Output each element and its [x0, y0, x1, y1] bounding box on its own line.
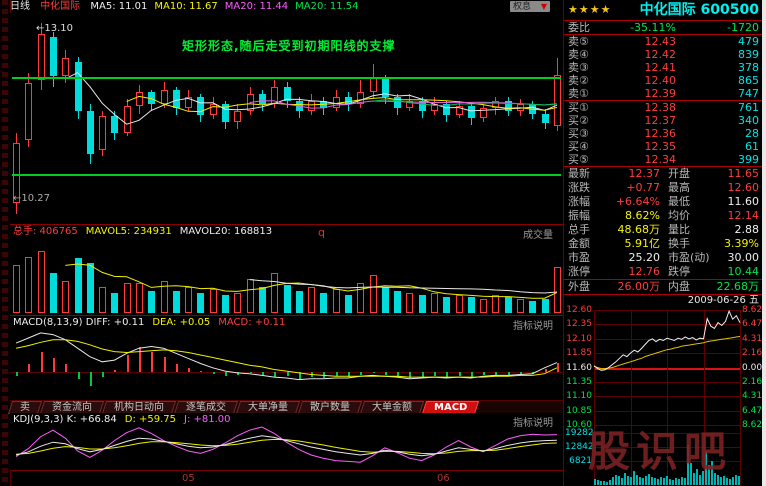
- weibi-diff: -1720: [676, 21, 759, 34]
- watermark-q: q: [318, 226, 325, 239]
- ma-values: MA5: 11.01 MA10: 11.67 MA20: 11.44 MA20: 11…: [90, 1, 365, 12]
- exright-badge-label: 权息: [513, 2, 531, 12]
- macd-header: MACD(8,13,9) DIFF: +0.11 DEA: +0.05 MACD: …: [13, 316, 293, 329]
- quote-panel: ★★★★ 中化国际 600500 委比 -35.11% -1720 卖⑤12.4…: [563, 0, 763, 486]
- ma-label: MA20: 11.44: [225, 1, 288, 12]
- exright-arrow-icon: ▼: [541, 2, 547, 11]
- candlestick-pane[interactable]: 矩形形态,随后走受到初期阳线的支撑 ←13.10 ←10.27: [10, 13, 563, 224]
- info-row: 最新12.37开盘11.65: [564, 167, 763, 181]
- legend-item: J: +81.00: [184, 414, 231, 425]
- stock-name-label: 中化国际: [40, 1, 80, 12]
- legend-item: MAVOL5: 234931: [86, 226, 172, 237]
- ma-label: MA5: 11.01: [90, 1, 147, 12]
- legend-item: KDJ(9,3,3) K: +66.84: [13, 414, 117, 425]
- watermark-text: 股识吧: [588, 418, 732, 479]
- info-row: 市盈25.20市盈(动)30.00: [564, 251, 763, 265]
- volume-plot: [10, 225, 563, 316]
- volume-indicator-label[interactable]: 成交量: [523, 226, 553, 241]
- legend-item: MACD: +0.11: [218, 317, 285, 328]
- bid-ladder: 买①12.38761买②12.37340买③12.3628买④12.3561买⑤…: [564, 101, 763, 167]
- bid-row[interactable]: 买①12.38761: [564, 101, 763, 114]
- info-row: 总手48.68万量比2.88: [564, 223, 763, 237]
- support-line: [12, 174, 561, 176]
- volume-pane[interactable]: 总手: 406765MAVOL5: 234931MAVOL20: 168813 …: [10, 224, 563, 316]
- resistance-line: [12, 77, 561, 79]
- kdj-pane[interactable]: KDJ(9,3,3) K: +66.84 D: +59.75 J: +81.00 指…: [10, 413, 563, 470]
- rating-stars-icon: ★★★★: [568, 0, 611, 20]
- quote-info-grid: 最新12.37开盘11.65涨跌+0.77最高12.60涨幅+6.64%最低11…: [564, 167, 763, 295]
- time-axis-label: 05: [182, 473, 195, 484]
- ask-row[interactable]: 卖①12.39747: [564, 87, 763, 100]
- chart-annotation: 矩形形态,随后走受到初期阳线的支撑: [182, 37, 396, 54]
- weibi-label: 委比: [568, 21, 602, 34]
- legend-item: MAVOL20: 168813: [180, 226, 272, 237]
- time-axis-label: 06: [437, 473, 450, 484]
- macd-pane[interactable]: MACD(8,13,9) DIFF: +0.11 DEA: +0.05 MACD: …: [10, 315, 563, 401]
- indicator-tab-bar: 卖资金流向机构日动向逐笔成交大单净量散户数量大单金额MACD: [10, 400, 563, 414]
- legend-item: MACD(8,13,9) DIFF: +0.11: [13, 317, 144, 328]
- period-label[interactable]: 日线: [10, 1, 30, 12]
- info-row: 涨停12.76跌停10.44: [564, 265, 763, 279]
- chart-header: 日线 中化国际 MA5: 11.01 MA10: 11.67 MA20: 11.44…: [10, 0, 563, 13]
- info-row: 外盘26.00万内盘22.68万: [564, 279, 763, 295]
- bid-row[interactable]: 买③12.3628: [564, 127, 763, 140]
- kdj-header: KDJ(9,3,3) K: +66.84 D: +59.75 J: +81.00: [13, 413, 239, 426]
- info-row: 涨幅+6.64%最低11.60: [564, 195, 763, 209]
- quote-title-row: ★★★★ 中化国际 600500: [564, 0, 763, 21]
- info-row: 涨跌+0.77最高12.60: [564, 181, 763, 195]
- stock-title: 中化国际 600500: [611, 0, 759, 20]
- ma-label: MA20: 11.54: [295, 1, 358, 12]
- peak-price-label: ←13.10: [36, 23, 73, 34]
- macd-help-link[interactable]: 指标说明: [513, 317, 553, 332]
- bid-row[interactable]: 买⑤12.34399: [564, 153, 763, 166]
- weibi-pct: -35.11%: [602, 21, 676, 34]
- time-axis: 05 06: [10, 470, 563, 486]
- ask-row[interactable]: 卖②12.40865: [564, 74, 763, 87]
- ma-label: MA10: 11.67: [154, 1, 217, 12]
- exright-badge[interactable]: 权息 ▼: [510, 1, 550, 12]
- legend-item: 总手: 406765: [13, 226, 78, 237]
- ask-row[interactable]: 卖⑤12.43479: [564, 35, 763, 48]
- kdj-help-link[interactable]: 指标说明: [513, 414, 553, 429]
- ask-ladder: 卖⑤12.43479卖④12.42839卖③12.41378卖②12.40865…: [564, 35, 763, 101]
- weibi-row: 委比 -35.11% -1720: [564, 21, 763, 35]
- ask-row[interactable]: 卖④12.42839: [564, 48, 763, 61]
- trough-price-label: ←10.27: [13, 193, 50, 204]
- page-right-edge: [762, 0, 766, 486]
- trading-terminal-window: 日线 中化国际 MA5: 11.01 MA10: 11.67 MA20: 11.44…: [0, 0, 766, 486]
- info-row: 金额5.91亿换手3.39%: [564, 237, 763, 251]
- ask-row[interactable]: 卖③12.41378: [564, 61, 763, 74]
- bid-row[interactable]: 买④12.3561: [564, 140, 763, 153]
- info-row: 振幅8.62%均价12.14: [564, 209, 763, 223]
- legend-item: DEA: +0.05: [152, 317, 210, 328]
- volume-header: 总手: 406765 MAVOL5: 234931 MAVOL20: 168813: [13, 225, 280, 238]
- intraday-mini-chart[interactable]: 股识吧 12.608.62%12.356.47%12.104.31%11.852…: [564, 302, 763, 486]
- legend-item: D: +59.75: [125, 414, 176, 425]
- bid-row[interactable]: 买②12.37340: [564, 114, 763, 127]
